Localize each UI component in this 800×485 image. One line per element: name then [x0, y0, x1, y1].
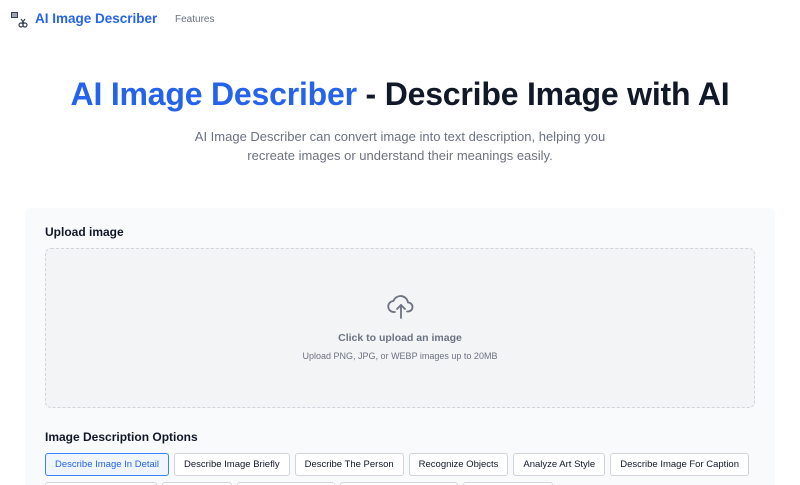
option-caption[interactable]: Describe Image For Caption — [610, 453, 750, 476]
options-label: Image Description Options — [45, 430, 198, 444]
option-recognize-objects[interactable]: Recognize Objects — [408, 453, 509, 476]
upload-dropzone[interactable]: Click to upload an image Upload PNG, JPG… — [45, 248, 755, 408]
option-describe-person[interactable]: Describe The Person — [294, 453, 404, 476]
title-accent: AI Image Describer — [70, 76, 358, 112]
describer-panel: Upload image Click to upload an image Up… — [25, 208, 775, 485]
options-list: Describe Image In Detail Describe Image … — [45, 453, 750, 476]
option-describe-briefly[interactable]: Describe Image Briefly — [174, 453, 290, 476]
nav-link-features[interactable]: Features — [175, 14, 214, 25]
option-analyze-art-style[interactable]: Analyze Art Style — [513, 453, 606, 476]
upload-title: Click to upload an image — [338, 332, 462, 344]
page-subtitle: AI Image Describer can convert image int… — [194, 129, 606, 163]
upload-hint: Upload PNG, JPG, or WEBP images up to 20… — [302, 351, 498, 361]
page-title: AI Image Describer - Describe Image with… — [0, 76, 800, 113]
cloud-upload-icon — [387, 295, 414, 319]
title-rest: - Describe Image with AI — [356, 76, 730, 112]
brand-name[interactable]: AI Image Describer — [35, 11, 157, 26]
top-nav: AI Image Describer Features — [0, 0, 800, 40]
option-describe-detail[interactable]: Describe Image In Detail — [45, 453, 170, 476]
upload-label: Upload image — [45, 225, 124, 239]
image-scissors-icon[interactable] — [10, 11, 28, 29]
